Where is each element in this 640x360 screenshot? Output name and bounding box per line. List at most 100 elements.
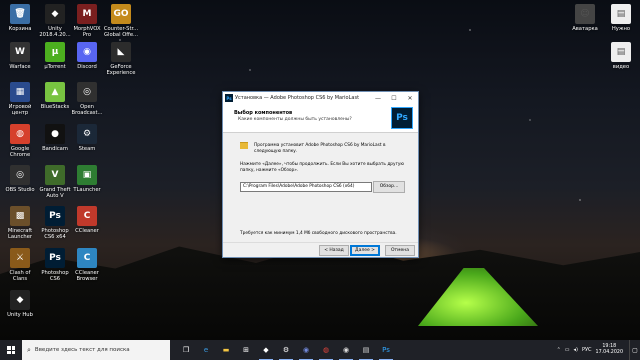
- desktop-icon-label: μTorrent: [44, 64, 66, 70]
- desktop-icon[interactable]: V Grand Theft Auto V: [37, 165, 73, 199]
- photoshop-app-icon: Ps: [225, 94, 233, 102]
- desktop-icon[interactable]: M MorphVOX Pro: [69, 4, 105, 38]
- disk-space-text: Требуется как минимум 1,4 Мб свободного …: [240, 231, 397, 236]
- desktop-icon-label: OBS Studio: [5, 187, 35, 193]
- desktop-icon[interactable]: ● Bandicam: [37, 124, 73, 152]
- wizard-body: Программа установит Adobe Photoshop CS6 …: [223, 133, 418, 245]
- minimize-icon[interactable]: —: [370, 92, 386, 104]
- geforce-icon: ◣: [111, 42, 131, 62]
- photoshop-icon: Ps: [45, 206, 65, 226]
- wizard-title: Выбор компонентов: [234, 110, 293, 116]
- desktop-icon[interactable]: ☺ Аватарка: [567, 4, 603, 32]
- desktop-icon-label: Steam: [78, 146, 96, 152]
- obs-studio-icon: ◎: [10, 165, 30, 185]
- desktop-icon[interactable]: ◣ GeForce Experience: [103, 42, 139, 76]
- tlauncher-icon: ▣: [77, 165, 97, 185]
- install-info-text: Программа установит Adobe Photoshop CS6 …: [254, 143, 386, 154]
- utorrent-icon: μ: [45, 42, 65, 62]
- desktop-icon[interactable]: ◆ Unity 2018.4.20...: [37, 4, 73, 38]
- desktop-icon-label: Counter-Str... Global Offe...: [103, 26, 139, 38]
- notes-taskbar-icon[interactable]: ▤: [356, 340, 376, 360]
- notifications-icon[interactable]: ▢: [629, 340, 640, 360]
- next-button[interactable]: Далее >: [350, 245, 380, 256]
- window-titlebar[interactable]: Ps Установка — Adobe Photoshop CS6 by Ma…: [223, 92, 418, 104]
- desktop-icon[interactable]: ⚙ Steam: [69, 124, 105, 152]
- desktop-icon[interactable]: Ps Photoshop CS6: [37, 248, 73, 282]
- tray-chevron-icon[interactable]: ⌃: [557, 347, 561, 353]
- desktop-icon-label: Photoshop CS6: [41, 270, 69, 282]
- recycle-bin-icon: 🗑: [10, 4, 30, 24]
- maximize-icon[interactable]: ☐: [386, 92, 402, 104]
- desktop-icon[interactable]: ◎ Open Broadcast...: [69, 82, 105, 116]
- task-view-icon[interactable]: ❒: [176, 340, 196, 360]
- desktop-icon[interactable]: W Warface: [2, 42, 38, 70]
- store-icon[interactable]: ⊞: [236, 340, 256, 360]
- ccleaner-browser-icon: C: [77, 248, 97, 268]
- desktop-icon[interactable]: ◉ Discord: [69, 42, 105, 70]
- taskbar: ⌕ Введите здесь текст для поиска ❒ e ▬ ⊞ ◆ ⚙ ◉…: [0, 340, 640, 360]
- gta-icon: V: [45, 165, 65, 185]
- cancel-button[interactable]: Отмена: [385, 245, 415, 256]
- unity-hub-icon: ◆: [10, 290, 30, 310]
- system-tray: ⌃ ▭ ◂) РУС 19:18 17.04.2020 ▢: [557, 340, 640, 360]
- install-path-input[interactable]: C:\Program Files\Adobe\Adobe Photoshop C…: [240, 182, 372, 192]
- clock-date: 17.04.2020: [595, 350, 623, 355]
- chrome-taskbar-icon[interactable]: ◍: [316, 340, 336, 360]
- desktop-icon-label: видео: [612, 64, 630, 70]
- file-explorer-icon[interactable]: ▬: [216, 340, 236, 360]
- morphvox-icon: M: [77, 4, 97, 24]
- desktop-icon-label: CCleaner: [75, 228, 99, 234]
- clock[interactable]: 19:18 17.04.2020: [596, 344, 623, 356]
- wizard-header: Выбор компонентов Какие компоненты должн…: [223, 104, 418, 133]
- windows-logo-icon: [7, 346, 15, 354]
- browse-button[interactable]: Обзор...: [373, 181, 405, 193]
- desktop-icon-label: CCleaner Browser: [75, 270, 99, 282]
- desktop-icon[interactable]: ▣ TLauncher: [69, 165, 105, 193]
- desktop-icon[interactable]: Ps Photoshop CS6 x64: [37, 206, 73, 240]
- avatar-file-icon: ☺: [575, 4, 595, 24]
- search-icon: ⌕: [27, 345, 31, 354]
- back-button[interactable]: < Назад: [319, 245, 349, 256]
- desktop-icon[interactable]: GO Counter-Str... Global Offe...: [103, 4, 139, 38]
- desktop-icon-label: Clash of Clans: [9, 270, 31, 282]
- desktop-icon-label: Bandicam: [42, 146, 68, 152]
- network-icon[interactable]: ▭: [565, 347, 570, 353]
- installer-window[interactable]: Ps Установка — Adobe Photoshop CS6 by Ma…: [222, 91, 419, 258]
- desktop-icon[interactable]: μ μTorrent: [37, 42, 73, 70]
- search-box[interactable]: ⌕ Введите здесь текст для поиска: [22, 340, 170, 360]
- file-icon: ▤: [611, 4, 631, 24]
- discord-taskbar-icon[interactable]: ◉: [296, 340, 316, 360]
- desktop-icon[interactable]: ▤ видео: [603, 42, 639, 70]
- desktop-icon-label: Warface: [9, 64, 31, 70]
- desktop-icon[interactable]: C CCleaner: [69, 206, 105, 234]
- desktop-icon-label: Discord: [77, 64, 97, 70]
- unity-taskbar-icon[interactable]: ◆: [256, 340, 276, 360]
- volume-icon[interactable]: ◂): [574, 347, 578, 353]
- desktop-icon[interactable]: C CCleaner Browser: [69, 248, 105, 282]
- desktop-icon-label: Unity 2018.4.20...: [39, 26, 71, 38]
- close-icon[interactable]: ✕: [402, 92, 418, 104]
- desktop-icon[interactable]: ▦ Игровой центр: [2, 82, 38, 116]
- desktop-icon[interactable]: 🗑 Корзина: [2, 4, 38, 32]
- desktop-icon[interactable]: ▲ BlueStacks: [37, 82, 73, 110]
- desktop-icon[interactable]: ◎ OBS Studio: [2, 165, 38, 193]
- steam-icon: ⚙: [77, 124, 97, 144]
- desktop-icon-label: Google Chrome: [9, 146, 31, 158]
- desktop-icon-label: Игровой центр: [8, 104, 32, 116]
- desktop-icon-label: Grand Theft Auto V: [39, 187, 71, 199]
- unity-icon: ◆: [45, 4, 65, 24]
- desktop-icon[interactable]: ▩ Minecraft Launcher: [2, 206, 38, 240]
- photoshop-taskbar-icon[interactable]: Ps: [376, 340, 396, 360]
- desktop-icon[interactable]: ▤ Нужно: [603, 4, 639, 32]
- desktop-icon[interactable]: ◆ Unity Hub: [2, 290, 38, 318]
- start-button[interactable]: [0, 340, 22, 360]
- obs-taskbar-icon[interactable]: ◉: [336, 340, 356, 360]
- desktop-icon-label: Нужно: [611, 26, 631, 32]
- desktop-icon[interactable]: ◍ Google Chrome: [2, 124, 38, 158]
- steam-taskbar-icon[interactable]: ⚙: [276, 340, 296, 360]
- edge-icon[interactable]: e: [196, 340, 216, 360]
- language-indicator[interactable]: РУС: [582, 347, 592, 353]
- desktop-icon[interactable]: ⚔ Clash of Clans: [2, 248, 38, 282]
- desktop-icon-label: Minecraft Launcher: [7, 228, 33, 240]
- minecraft-icon: ▩: [10, 206, 30, 226]
